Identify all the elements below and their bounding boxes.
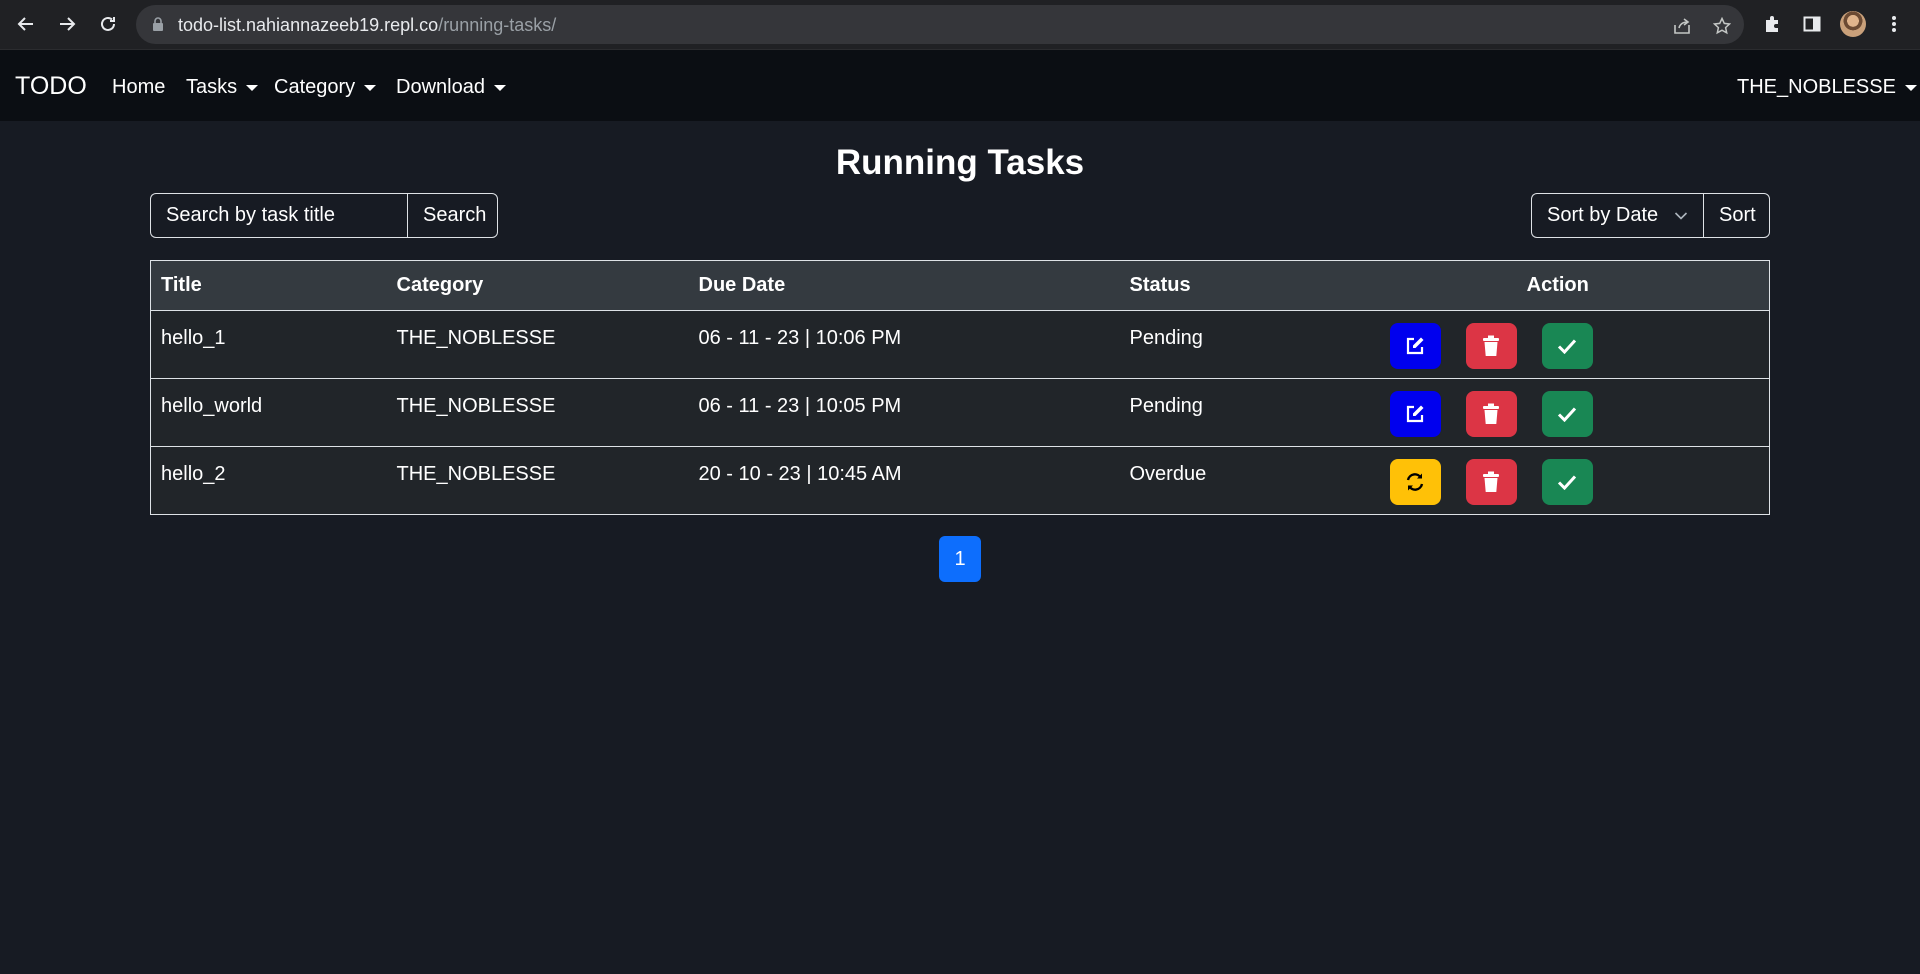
task-status: Pending [1119,378,1347,447]
task-actions [1346,446,1770,515]
header-action: Action [1346,260,1770,311]
back-arrow-icon[interactable] [14,12,38,36]
checkmark-icon [1557,407,1577,422]
complete-task-button[interactable] [1541,323,1593,369]
extensions-puzzle-icon[interactable] [1760,12,1784,36]
task-status: Overdue [1119,446,1347,515]
sort-select[interactable]: Sort by Date [1531,193,1703,238]
search-input[interactable] [150,193,407,238]
table-header-row: Title Category Due Date Status Action [150,260,1770,311]
kebab-menu-icon[interactable] [1882,12,1906,36]
caret-down-icon [1904,84,1917,91]
task-title: hello_2 [150,446,387,515]
table-row: hello_1 THE_NOBLESSE 06 - 11 - 23 | 10:0… [150,310,1770,379]
edit-task-button[interactable] [1389,391,1441,437]
browser-toolbar: todo-list.nahiannazeeb19.repl.co/running… [0,0,1920,50]
caret-down-icon [493,84,506,91]
checkmark-icon [1557,339,1577,354]
user-name: THE_NOBLESSE [1737,76,1896,98]
delete-task-button[interactable] [1465,459,1517,505]
brand-logo[interactable]: TODO [15,72,87,101]
forward-arrow-icon[interactable] [55,12,79,36]
caret-down-icon [246,84,259,91]
edit-icon [1406,405,1424,423]
chevron-down-icon [1674,211,1688,220]
nav-download-dropdown[interactable]: Download [396,76,506,99]
address-bar[interactable]: todo-list.nahiannazeeb19.repl.co/running… [136,5,1744,44]
reload-icon[interactable] [96,12,120,36]
nav-category-dropdown[interactable]: Category [274,76,377,99]
nav-tasks-label: Tasks [186,76,238,98]
delete-task-button[interactable] [1465,323,1517,369]
trash-icon [1483,335,1499,356]
side-panel-icon[interactable] [1800,12,1824,36]
trash-icon [1483,403,1499,424]
task-due-date: 20 - 10 - 23 | 10:45 AM [688,446,1120,515]
sort-button[interactable]: Sort [1703,193,1770,238]
header-category: Category [386,260,689,311]
task-actions [1346,378,1770,447]
header-due-date: Due Date [688,260,1120,311]
task-category: THE_NOBLESSE [386,310,689,379]
search-form: Search [150,193,498,238]
app-navbar: TODO Home Tasks Category Download THE_NO… [0,50,1920,121]
nav-download-label: Download [396,76,485,98]
header-status: Status [1119,260,1347,311]
trash-icon [1483,471,1499,492]
share-icon[interactable] [1671,15,1693,37]
task-actions [1346,310,1770,379]
user-menu-dropdown[interactable]: THE_NOBLESSE [1737,76,1917,99]
caret-down-icon [364,84,377,91]
delete-task-button[interactable] [1465,391,1517,437]
nav-home-label: Home [112,76,166,98]
nav-home[interactable]: Home [112,76,165,99]
complete-task-button[interactable] [1541,459,1593,505]
task-due-date: 06 - 11 - 23 | 10:05 PM [688,378,1120,447]
complete-task-button[interactable] [1541,391,1593,437]
task-status: Pending [1119,310,1347,379]
profile-avatar[interactable] [1840,11,1866,37]
task-category: THE_NOBLESSE [386,378,689,447]
url-path: /running-tasks/ [438,15,557,35]
edit-task-button[interactable] [1389,323,1441,369]
lock-icon [152,17,164,36]
task-title: hello_1 [150,310,387,379]
reschedule-task-button[interactable] [1389,459,1441,505]
table-row: hello_2 THE_NOBLESSE 20 - 10 - 23 | 10:4… [150,446,1770,515]
pagination-page-1[interactable]: 1 [939,536,981,582]
sort-selected-value: Sort by Date [1547,204,1659,226]
page-title: Running Tasks [835,143,1085,182]
checkmark-icon [1557,475,1577,490]
url-text: todo-list.nahiannazeeb19.repl.co/running… [178,15,556,36]
tasks-table: Title Category Due Date Status Action he… [150,260,1770,515]
bookmark-star-icon[interactable] [1711,15,1733,37]
refresh-icon [1406,473,1424,491]
search-button[interactable]: Search [407,193,498,238]
task-due-date: 06 - 11 - 23 | 10:06 PM [688,310,1120,379]
header-title: Title [150,260,387,311]
edit-icon [1406,337,1424,355]
table-row: hello_world THE_NOBLESSE 06 - 11 - 23 | … [150,378,1770,447]
task-title: hello_world [150,378,387,447]
task-category: THE_NOBLESSE [386,446,689,515]
sort-form: Sort by Date Sort [1531,193,1770,238]
nav-category-label: Category [274,76,356,98]
nav-tasks-dropdown[interactable]: Tasks [186,76,259,99]
url-host: todo-list.nahiannazeeb19.repl.co [178,15,439,35]
